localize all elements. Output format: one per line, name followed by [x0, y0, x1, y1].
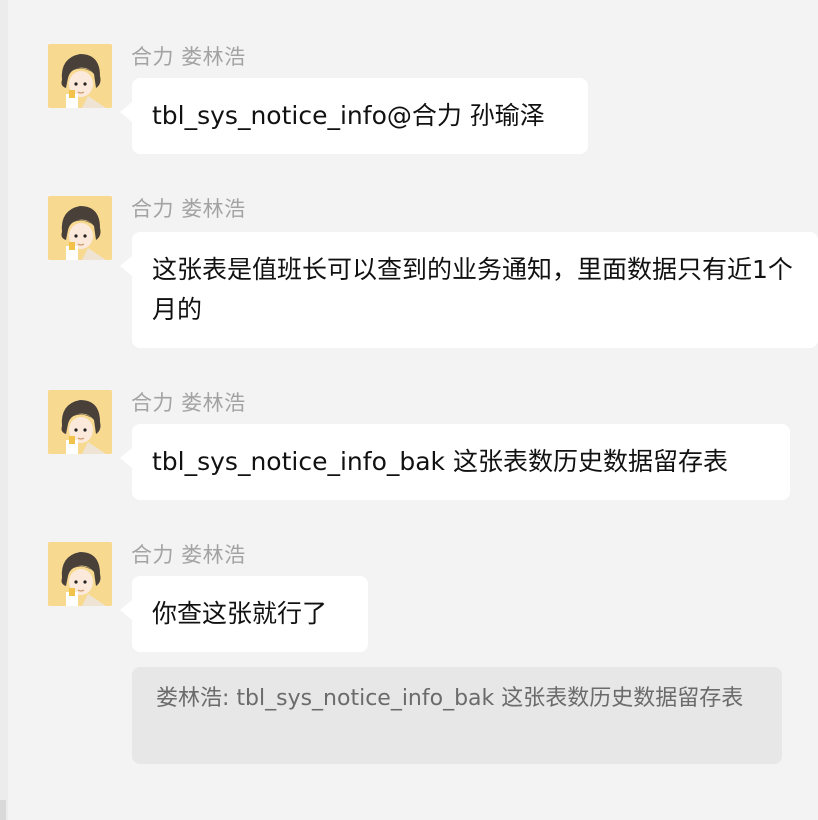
- scrollbar-thumb[interactable]: [0, 800, 6, 820]
- message-bubble[interactable]: 这张表是值班长可以查到的业务通知，里面数据只有近1个月的: [120, 232, 818, 348]
- sender-name: 合力 娄林浩: [131, 543, 246, 567]
- avatar[interactable]: [48, 196, 112, 260]
- cartoon-person-avatar-icon: [48, 44, 112, 108]
- message-bubble[interactable]: 你查这张就行了: [120, 576, 368, 652]
- quoted-message-text: 娄林浩: tbl_sys_notice_info_bak 这张表数历史数据留存表: [156, 686, 744, 711]
- cartoon-person-avatar-icon: [48, 542, 112, 606]
- avatar[interactable]: [48, 542, 112, 606]
- message-text: 你查这张就行了: [152, 599, 328, 628]
- message-bubble[interactable]: tbl_sys_notice_info@合力 孙瑜泽: [120, 78, 588, 154]
- quoted-message[interactable]: 娄林浩: tbl_sys_notice_info_bak 这张表数历史数据留存表: [132, 667, 782, 764]
- sender-name: 合力 娄林浩: [131, 197, 246, 221]
- message-text: tbl_sys_notice_info_bak 这张表数历史数据留存表: [152, 447, 728, 476]
- sender-name: 合力 娄林浩: [131, 391, 246, 415]
- message-text: 这张表是值班长可以查到的业务通知，里面数据只有近1个月的: [152, 255, 793, 324]
- message-bubble[interactable]: tbl_sys_notice_info_bak 这张表数历史数据留存表: [120, 424, 790, 500]
- cartoon-person-avatar-icon: [48, 390, 112, 454]
- cartoon-person-avatar-icon: [48, 196, 112, 260]
- left-scroll-rail[interactable]: [0, 0, 8, 820]
- chat-panel: 合力 娄林浩 tbl_sys_notice_info@合力 孙瑜泽 合力 娄林浩…: [0, 0, 818, 820]
- avatar[interactable]: [48, 44, 112, 108]
- avatar[interactable]: [48, 390, 112, 454]
- sender-name: 合力 娄林浩: [131, 45, 246, 69]
- message-text: tbl_sys_notice_info@合力 孙瑜泽: [152, 101, 545, 130]
